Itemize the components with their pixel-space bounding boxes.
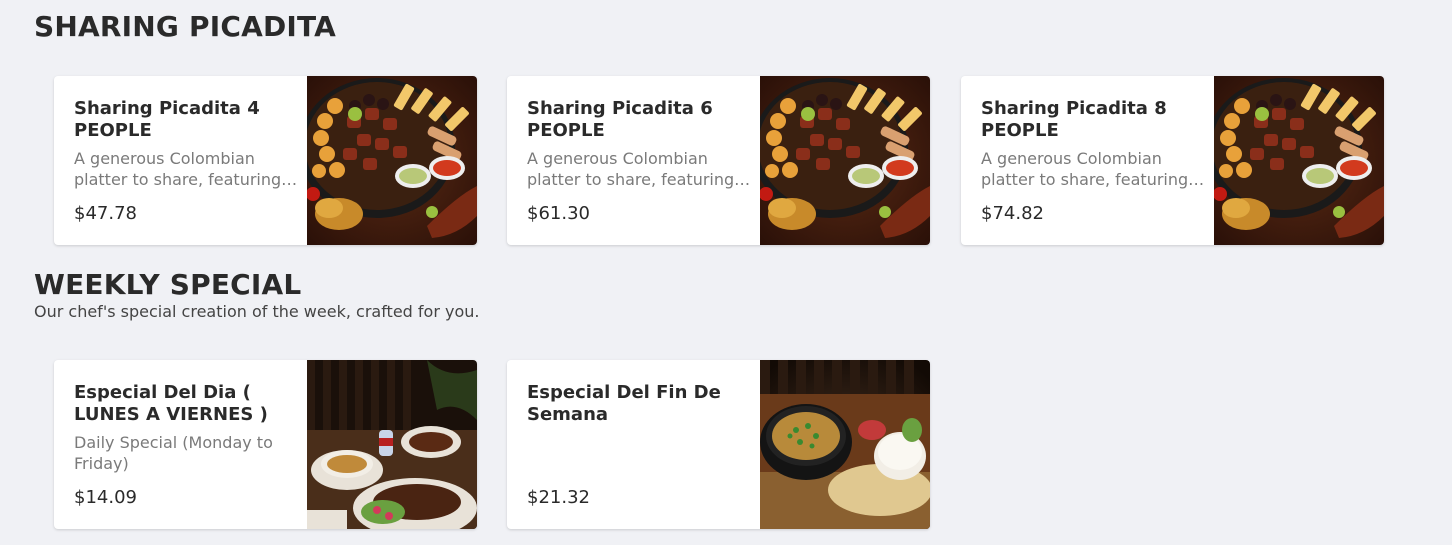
picadita-platter-image bbox=[1214, 76, 1384, 245]
menu-item-image bbox=[307, 360, 477, 529]
menu-item-info: Especial Del Dia ( LUNES A VIERNES ) Dai… bbox=[74, 360, 299, 529]
menu-item-info: Sharing Picadita 6 PEOPLE A generous Col… bbox=[527, 76, 752, 245]
menu-item-price: $47.78 bbox=[74, 203, 137, 224]
menu-item-info: Especial Del Fin De Semana $21.32 bbox=[527, 360, 752, 529]
menu-item-name: Sharing Picadita 8 PEOPLE bbox=[981, 98, 1167, 141]
menu-item-image bbox=[1214, 76, 1384, 245]
menu-item-price: $74.82 bbox=[981, 203, 1044, 224]
menu-item-name: Sharing Picadita 6 PEOPLE bbox=[527, 98, 713, 141]
menu-item-description: A generous Colombian platter to share, f… bbox=[74, 149, 298, 189]
section-title-sharing-picadita: SHARING PICADITA bbox=[34, 10, 337, 43]
menu-item-price: $61.30 bbox=[527, 203, 590, 224]
menu-item-price: $14.09 bbox=[74, 487, 137, 508]
menu-page: SHARING PICADITA Sharing Picadita 4 PEOP… bbox=[0, 0, 1452, 545]
section-title-weekly-special: WEEKLY SPECIAL bbox=[34, 268, 302, 301]
menu-item-card[interactable]: Especial Del Fin De Semana $21.32 bbox=[507, 360, 930, 529]
menu-item-info: Sharing Picadita 8 PEOPLE A generous Col… bbox=[981, 76, 1206, 245]
menu-item-name: Especial Del Fin De Semana bbox=[527, 382, 721, 425]
menu-item-card[interactable]: Sharing Picadita 6 PEOPLE A generous Col… bbox=[507, 76, 930, 245]
menu-item-name: Sharing Picadita 4 PEOPLE bbox=[74, 98, 260, 141]
weekend-soup-image bbox=[760, 360, 930, 529]
daily-special-image bbox=[307, 360, 477, 529]
menu-item-card[interactable]: Especial Del Dia ( LUNES A VIERNES ) Dai… bbox=[54, 360, 477, 529]
menu-item-description: A generous Colombian platter to share, f… bbox=[981, 149, 1205, 189]
picadita-platter-image bbox=[760, 76, 930, 245]
menu-item-image bbox=[760, 76, 930, 245]
section-subtitle: Our chef's special creation of the week,… bbox=[34, 302, 480, 321]
menu-item-card[interactable]: Sharing Picadita 8 PEOPLE A generous Col… bbox=[961, 76, 1384, 245]
menu-item-description: A generous Colombian platter to share, f… bbox=[527, 149, 751, 189]
menu-item-name: Especial Del Dia ( LUNES A VIERNES ) bbox=[74, 382, 268, 425]
menu-item-image bbox=[760, 360, 930, 529]
menu-item-price: $21.32 bbox=[527, 487, 590, 508]
menu-item-card[interactable]: Sharing Picadita 4 PEOPLE A generous Col… bbox=[54, 76, 477, 245]
menu-item-info: Sharing Picadita 4 PEOPLE A generous Col… bbox=[74, 76, 299, 245]
picadita-platter-image bbox=[307, 76, 477, 245]
menu-item-image bbox=[307, 76, 477, 245]
menu-item-description: Daily Special (Monday to Friday) bbox=[74, 433, 273, 473]
